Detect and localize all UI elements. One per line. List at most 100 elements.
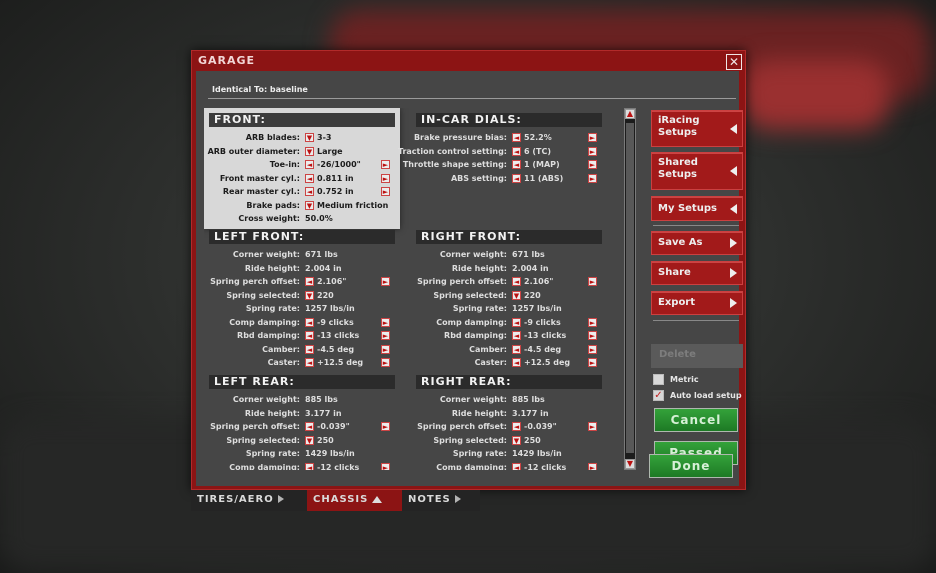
setup-control[interactable]: ◄ ► -12 clicks	[305, 462, 390, 470]
setup-control[interactable]: ◄ ► -4.5 deg	[512, 344, 597, 355]
setup-control[interactable]: ◄ ► +12.5 deg	[305, 357, 390, 368]
arrow-right-icon[interactable]: ►	[381, 358, 390, 367]
setup-control[interactable]: ◄ ► -4.5 deg	[305, 344, 390, 355]
arrow-right-icon[interactable]: ►	[381, 422, 390, 431]
setup-control[interactable]: ◄ ► -26/1000"	[305, 159, 390, 170]
setup-control[interactable]: ◄ ► 0.811 in	[305, 173, 390, 184]
arrow-left-icon[interactable]: ◄	[305, 331, 314, 340]
arrow-right-icon[interactable]: ►	[381, 160, 390, 169]
arrow-right-icon[interactable]: ►	[381, 277, 390, 286]
setup-control[interactable]: ▼ 250	[512, 435, 597, 446]
arrow-left-icon[interactable]: ◄	[512, 146, 521, 156]
arrow-right-icon[interactable]: ►	[588, 422, 597, 431]
setup-control[interactable]: ◄ ► 52.2%	[512, 132, 597, 143]
dropdown-icon[interactable]: ▼	[305, 146, 314, 156]
cancel-button[interactable]: Cancel	[654, 408, 738, 432]
setup-control[interactable]: ◄ ► 6 (TC)	[512, 146, 597, 157]
setup-control[interactable]: ◄ ► 2.106"	[512, 276, 597, 287]
arrow-left-icon[interactable]: ◄	[305, 277, 314, 286]
setup-value: Large	[317, 146, 343, 156]
close-icon[interactable]: ✕	[726, 54, 742, 70]
arrow-right-icon[interactable]: ►	[381, 187, 390, 196]
setup-row: Corner weight: 671 lbs	[204, 248, 400, 262]
setup-control[interactable]: ◄ ► 0.752 in	[305, 186, 390, 197]
arrow-left-icon[interactable]: ◄	[305, 344, 314, 354]
dropdown-icon[interactable]: ▼	[305, 200, 314, 210]
arrow-left-icon[interactable]: ◄	[512, 331, 521, 340]
tab-notes[interactable]: NOTES	[402, 490, 480, 511]
delete-button[interactable]: Delete	[651, 344, 743, 368]
arrow-left-icon[interactable]: ◄	[512, 422, 521, 431]
arrow-left-icon[interactable]: ◄	[512, 277, 521, 286]
setup-label: ABS setting:	[450, 173, 507, 183]
arrow-right-icon[interactable]: ►	[588, 277, 597, 286]
scroll-thumb[interactable]	[626, 123, 634, 453]
my-setups-button[interactable]: My Setups	[651, 196, 743, 221]
arrow-left-icon[interactable]: ◄	[305, 317, 314, 327]
arrow-left-icon[interactable]: ◄	[305, 422, 314, 431]
dropdown-icon[interactable]: ▼	[305, 133, 314, 142]
done-button-main[interactable]: Done	[649, 454, 733, 478]
arrow-right-icon[interactable]: ►	[381, 331, 390, 340]
iracing-setups-button[interactable]: iRacing Setups	[651, 110, 743, 147]
arrow-right-icon[interactable]: ►	[381, 462, 390, 470]
setup-control[interactable]: ◄ ► -12 clicks	[512, 462, 597, 470]
scrollbar[interactable]: ▲ ▼	[624, 108, 636, 470]
setup-control[interactable]: ◄ ► +12.5 deg	[512, 357, 597, 368]
export-button[interactable]: Export	[651, 291, 743, 315]
arrow-left-icon[interactable]: ◄	[305, 358, 314, 367]
setup-control[interactable]: ◄ ► -0.039"	[305, 421, 390, 432]
setup-control[interactable]: ◄ ► 1 (MAP)	[512, 159, 597, 170]
share-button[interactable]: Share	[651, 261, 743, 285]
arrow-left-icon[interactable]: ◄	[512, 344, 521, 354]
arrow-left-icon[interactable]: ◄	[512, 133, 521, 142]
scroll-down-icon[interactable]: ▼	[625, 459, 635, 469]
arrow-left-icon[interactable]: ◄	[305, 187, 314, 196]
arrow-right-icon[interactable]: ►	[588, 331, 597, 340]
setup-control[interactable]: ◄ ► -9 clicks	[512, 317, 597, 328]
arrow-right-icon[interactable]: ►	[588, 160, 597, 169]
arrow-right-icon[interactable]: ►	[588, 358, 597, 367]
setup-scroll-area[interactable]: FRONT: ARB blades: ▼ 3-3 ARB outer diameter:…	[204, 108, 620, 470]
setup-control[interactable]: ▼ 220	[512, 290, 597, 301]
dropdown-icon[interactable]: ▼	[512, 435, 521, 445]
setup-control[interactable]: ◄ ► 2.106"	[305, 276, 390, 287]
arrow-left-icon[interactable]: ◄	[305, 462, 314, 470]
setup-control[interactable]: ◄ ► 11 (ABS)	[512, 173, 597, 184]
setup-control[interactable]: ▼ Medium friction	[305, 200, 390, 211]
arrow-left-icon[interactable]: ◄	[512, 358, 521, 367]
arrow-right-icon[interactable]: ►	[381, 317, 390, 327]
arrow-left-icon[interactable]: ◄	[305, 160, 314, 169]
arrow-left-icon[interactable]: ◄	[512, 317, 521, 327]
setup-control[interactable]: ▼ Large	[305, 146, 390, 157]
dropdown-icon[interactable]: ▼	[305, 435, 314, 445]
tab-chassis[interactable]: CHASSIS	[307, 490, 402, 511]
arrow-right-icon[interactable]: ►	[381, 344, 390, 354]
save-as-button[interactable]: Save As	[651, 231, 743, 255]
arrow-right-icon[interactable]: ►	[588, 133, 597, 142]
arrow-left-icon[interactable]: ◄	[512, 462, 521, 470]
arrow-left-icon[interactable]: ◄	[512, 173, 521, 183]
arrow-left-icon[interactable]: ◄	[512, 160, 521, 169]
setup-control[interactable]: ◄ ► -9 clicks	[305, 317, 390, 328]
arrow-right-icon[interactable]: ►	[381, 173, 390, 183]
setup-control[interactable]: ◄ ► -13 clicks	[512, 330, 597, 341]
dropdown-icon[interactable]: ▼	[512, 290, 521, 300]
setup-control[interactable]: ◄ ► -0.039"	[512, 421, 597, 432]
tab-tires-aero[interactable]: TIRES/AERO	[191, 490, 307, 511]
setup-control[interactable]: ▼ 220	[305, 290, 390, 301]
dropdown-icon[interactable]: ▼	[305, 290, 314, 300]
arrow-right-icon[interactable]: ►	[588, 173, 597, 183]
checkbox-box[interactable]	[653, 374, 664, 385]
arrow-right-icon[interactable]: ►	[588, 462, 597, 470]
setup-control[interactable]: ▼ 250	[305, 435, 390, 446]
checkmark-icon[interactable]: ✓	[653, 390, 664, 401]
arrow-right-icon[interactable]: ►	[588, 146, 597, 156]
setup-control[interactable]: ▼ 3-3	[305, 132, 390, 143]
scroll-up-icon[interactable]: ▲	[625, 109, 635, 119]
setup-control[interactable]: ◄ ► -13 clicks	[305, 330, 390, 341]
arrow-left-icon[interactable]: ◄	[305, 173, 314, 183]
arrow-right-icon[interactable]: ►	[588, 344, 597, 354]
arrow-right-icon[interactable]: ►	[588, 317, 597, 327]
shared-setups-button[interactable]: Shared Setups	[651, 152, 743, 190]
